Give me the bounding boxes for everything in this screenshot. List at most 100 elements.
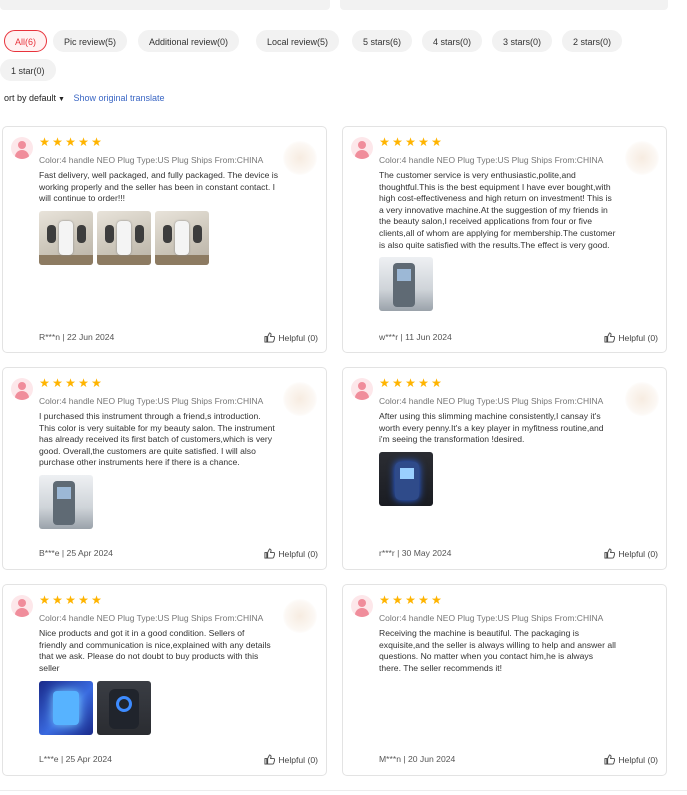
review-card: ★ ★ ★ ★ ★ Color:4 handle NEO Plug Type:US Pl…	[2, 367, 327, 570]
star-icon: ★	[379, 593, 390, 607]
review-photos	[379, 452, 433, 506]
star-icon: ★	[392, 135, 403, 149]
review-author-date: L***e | 25 Apr 2024	[39, 754, 112, 764]
sort-dropdown[interactable]: ort by default ▼	[4, 93, 65, 103]
helpful-button[interactable]: Helpful (0)	[604, 332, 658, 343]
star-rating: ★ ★ ★ ★ ★	[39, 376, 102, 390]
star-icon: ★	[418, 135, 429, 149]
avatar	[11, 378, 33, 400]
helpful-button[interactable]: Helpful (0)	[604, 754, 658, 765]
star-rating: ★ ★ ★ ★ ★	[379, 135, 442, 149]
thumbs-up-icon	[264, 754, 276, 765]
review-text-line: Nice products and got it in a good condi…	[39, 628, 245, 638]
review-author-date: r***r | 30 May 2024	[379, 548, 452, 558]
star-rating: ★ ★ ★ ★ ★	[39, 593, 102, 607]
review-text-line: is also quite satisfied with the results…	[379, 239, 610, 250]
helpful-label: Helpful (0)	[618, 548, 658, 559]
review-photo-thumbnail[interactable]	[97, 211, 151, 265]
star-rating: ★ ★ ★ ★ ★	[379, 376, 442, 390]
avatar	[11, 137, 33, 159]
filter-chip-4-stars[interactable]: 4 stars(0)	[422, 30, 483, 52]
star-icon: ★	[418, 376, 429, 390]
filter-chip-1-star[interactable]: 1 star(0)	[0, 59, 56, 81]
star-icon: ★	[418, 593, 429, 607]
review-card: ★ ★ ★ ★ ★ Color:4 handle NEO Plug Type:US Pl…	[342, 367, 667, 570]
review-photo-thumbnail[interactable]	[39, 475, 93, 529]
star-icon: ★	[405, 135, 416, 149]
avatar	[351, 595, 373, 617]
review-text-line: the beauty salon,I received applications…	[379, 216, 593, 227]
sort-row: ort by default ▼ Show original translate	[4, 93, 165, 103]
star-icon: ★	[431, 135, 442, 149]
avatar	[351, 378, 373, 400]
star-icon: ★	[65, 593, 76, 607]
avatar	[11, 595, 33, 617]
star-icon: ★	[91, 135, 102, 149]
star-icon: ★	[39, 135, 50, 149]
review-author-date: M***n | 20 Jun 2024	[379, 754, 456, 764]
review-card: ★ ★ ★ ★ ★ Color:4 handle NEO Plug Type:US Pl…	[342, 126, 667, 353]
review-text-line: friendly and communication is nice,expla…	[39, 639, 271, 650]
review-text-line: there. The seller recommends it!	[379, 662, 503, 673]
helpful-button[interactable]: Helpful (0)	[264, 754, 318, 765]
review-text-line: thoughtful.This is the best equipment I …	[379, 181, 611, 192]
review-photo-thumbnail[interactable]	[379, 452, 433, 506]
review-text-line: seller	[39, 662, 60, 673]
filter-chip-local-review[interactable]: Local review(5)	[256, 30, 340, 52]
divider	[0, 790, 687, 791]
review-text-line: that we ask. Please do not doubt to buy …	[39, 651, 259, 662]
review-card: ★ ★ ★ ★ ★ Color:4 handle NEO Plug Type:US Pl…	[2, 126, 327, 353]
filter-chip-3-stars[interactable]: 3 stars(0)	[492, 30, 553, 52]
filter-chip-pic-review[interactable]: Pic review(5)	[53, 30, 128, 52]
star-icon: ★	[405, 376, 416, 390]
top-scroll-remnant	[0, 0, 687, 14]
star-icon: ★	[91, 376, 102, 390]
star-icon: ★	[431, 376, 442, 390]
star-icon: ★	[392, 593, 403, 607]
watermark-stamp	[283, 141, 317, 175]
thumbs-up-icon	[264, 332, 276, 343]
filter-chip-all[interactable]: All(6)	[4, 30, 48, 52]
star-icon: ★	[78, 376, 89, 390]
watermark-stamp	[625, 382, 659, 416]
product-variant: Color:4 handle NEO Plug Type:US Plug Shi…	[379, 155, 604, 165]
review-text: Receiving the machine is beautiful. The …	[379, 628, 616, 674]
review-photo-thumbnail[interactable]	[155, 211, 209, 265]
helpful-button[interactable]: Helpful (0)	[264, 332, 318, 343]
review-photos	[39, 681, 151, 735]
filter-chip-5-stars[interactable]: 5 stars(6)	[352, 30, 413, 52]
review-author-date: R***n | 22 Jun 2024	[39, 332, 115, 342]
review-photo-thumbnail[interactable]	[97, 681, 151, 735]
show-original-translate-link[interactable]: Show original translate	[73, 93, 164, 103]
star-icon: ★	[65, 135, 76, 149]
thumbs-up-icon	[604, 548, 616, 559]
star-icon: ★	[39, 376, 50, 390]
review-photo-thumbnail[interactable]	[39, 211, 93, 265]
star-rating: ★ ★ ★ ★ ★	[379, 593, 442, 607]
review-photos	[379, 257, 433, 311]
star-icon: ★	[91, 593, 102, 607]
review-text: Nice products and got it in a good condi…	[39, 628, 271, 674]
review-text-line: Receiving the machine is beautiful. The …	[379, 628, 580, 638]
review-text: Fast delivery, well packaged, and fully …	[39, 170, 278, 205]
review-text-line: purchase other instruments here if there…	[39, 457, 240, 468]
chevron-down-icon: ▼	[58, 96, 65, 103]
review-photo-thumbnail[interactable]	[379, 257, 433, 311]
star-icon: ★	[392, 376, 403, 390]
review-photo-thumbnail[interactable]	[39, 681, 93, 735]
star-rating: ★ ★ ★ ★ ★	[39, 135, 102, 149]
filter-chip-2-stars[interactable]: 2 stars(0)	[562, 30, 623, 52]
helpful-button[interactable]: Helpful (0)	[604, 548, 658, 559]
star-icon: ★	[52, 135, 63, 149]
review-text-line: working properly and the seller has been…	[39, 181, 275, 192]
review-text-line: I purchased this instrument through a fr…	[39, 411, 261, 421]
watermark-stamp	[625, 141, 659, 175]
review-photos	[39, 475, 93, 529]
star-icon: ★	[379, 376, 390, 390]
helpful-button[interactable]: Helpful (0)	[264, 548, 318, 559]
review-text: I purchased this instrument through a fr…	[39, 411, 275, 469]
product-variant: Color:4 handle NEO Plug Type:US Plug Shi…	[379, 396, 604, 406]
thumbs-up-icon	[264, 548, 276, 559]
product-variant: Color:4 handle NEO Plug Type:US Plug Shi…	[39, 396, 264, 406]
filter-chip-additional-review[interactable]: Additional review(0)	[138, 30, 240, 52]
